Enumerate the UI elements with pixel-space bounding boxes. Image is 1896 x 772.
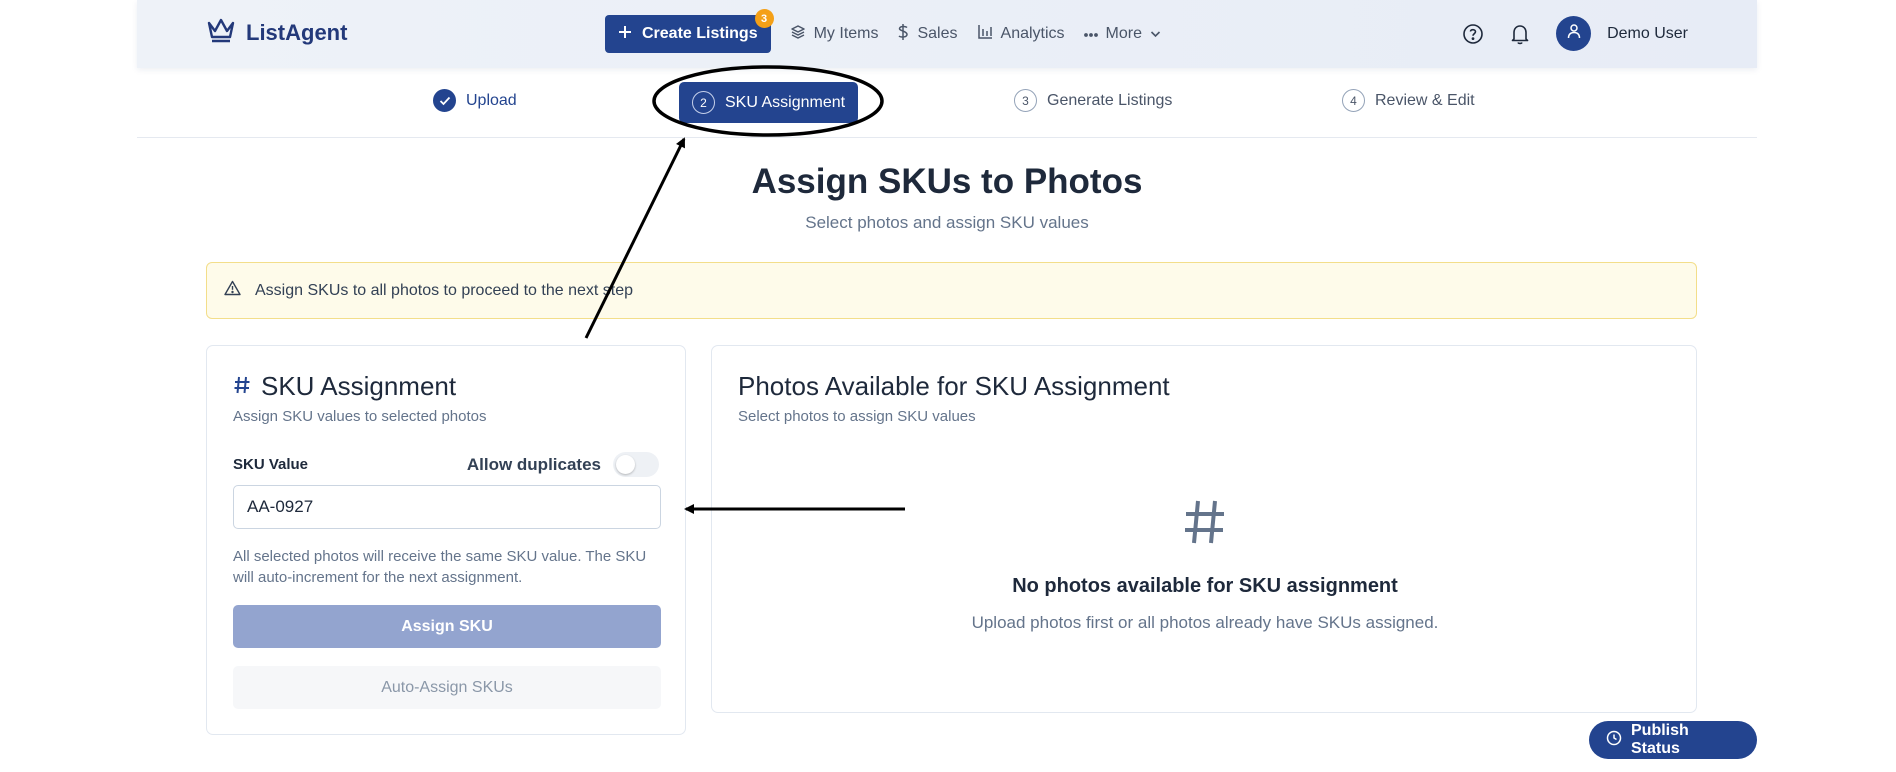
check-icon [433,89,456,112]
publish-status-label: Publish Status [1631,722,1689,757]
sku-card-title: SKU Assignment [233,371,456,402]
nav-item-analytics[interactable]: Analytics [977,24,1065,45]
sku-card-subtitle: Assign SKU values to selected photos [233,408,487,425]
empty-state-subtitle: Upload photos first or all photos alread… [971,613,1439,632]
top-navbar: ListAgent Create Listings 3 My Items Sal… [137,0,1757,68]
step-generate-listings[interactable]: 3 Generate Listings [1014,89,1172,112]
page-subtitle: Select photos and assign SKU values [805,213,1089,232]
user-icon [1566,23,1582,44]
progress-stepper: Upload 2 SKU Assignment 3 Generate Listi… [137,68,1757,138]
alert-text: Assign SKUs to all photos to proceed to … [255,281,633,299]
avatar[interactable] [1556,16,1592,51]
create-listings-badge: 3 [754,9,774,28]
allow-duplicates-toggle[interactable] [613,452,659,477]
user-name[interactable]: Demo User [1607,25,1688,43]
layers-icon [790,24,806,45]
nav-item-more[interactable]: More [1083,25,1161,43]
empty-hash-icon [712,498,1698,546]
photos-card-title: Photos Available for SKU Assignment [738,371,1170,401]
nav-item-label: Analytics [1000,25,1065,42]
dollar-icon [897,23,909,46]
main-nav: Create Listings 3 My Items Sales Analyti… [605,9,1161,53]
warning-alert: Assign SKUs to all photos to proceed to … [206,262,1697,319]
step-review-edit[interactable]: 4 Review & Edit [1342,89,1475,112]
photos-available-card: Photos Available for SKU Assignment Sele… [711,345,1697,713]
create-listings-label: Create Listings [642,25,758,42]
empty-state-title: No photos available for SKU assignment [1012,575,1398,597]
nav-item-label: More [1105,25,1142,42]
crown-icon [206,17,236,49]
allow-duplicates-label: Allow duplicates [466,454,601,474]
nav-item-label: Sales [917,25,958,42]
plus-icon [618,25,632,44]
clock-icon [1606,730,1622,751]
step-label: SKU Assignment [725,93,846,111]
allow-duplicates-control: Allow duplicates [467,452,659,477]
sku-value-input[interactable] [233,485,661,529]
assign-sku-button[interactable]: Assign SKU [233,605,661,648]
nav-item-sales[interactable]: Sales [897,23,958,46]
brand[interactable]: ListAgent [206,17,347,49]
photos-card-subtitle: Select photos to assign SKU values [738,408,976,425]
step-sku-assignment[interactable]: 2 SKU Assignment [679,82,859,123]
help-icon[interactable] [1462,23,1484,45]
step-number: 4 [1342,89,1365,112]
bar-chart-icon [977,24,993,45]
warning-icon [224,280,241,301]
nav-item-my-items[interactable]: My Items [790,24,879,45]
step-number: 2 [692,91,715,114]
sku-value-label: SKU Value [233,456,309,473]
chevron-down-icon [1150,25,1161,43]
page-title: Assign SKUs to Photos [751,162,1143,201]
header-tools: Demo User [1462,16,1688,51]
step-label: Upload [466,91,517,109]
app-root: ListAgent Create Listings 3 My Items Sal… [137,0,1757,772]
auto-assign-skus-button[interactable]: Auto-Assign SKUs [233,666,661,709]
bell-icon[interactable] [1509,23,1531,45]
hash-icon [233,371,251,402]
nav-item-label: My Items [813,25,879,42]
step-number: 3 [1014,89,1037,112]
step-label: Generate Listings [1047,91,1173,109]
create-listings-button[interactable]: Create Listings 3 [605,9,774,53]
ellipsis-icon [1083,25,1098,43]
sku-card-title-text: SKU Assignment [261,371,457,401]
step-upload[interactable]: Upload [433,89,517,112]
brand-name: ListAgent [246,20,348,45]
publish-status-button[interactable]: Publish Status [1589,721,1757,759]
step-label: Review & Edit [1375,91,1475,109]
sku-assignment-card: SKU Assignment Assign SKU values to sele… [206,345,686,735]
sku-help-text: All selected photos will receive the sam… [233,548,647,586]
